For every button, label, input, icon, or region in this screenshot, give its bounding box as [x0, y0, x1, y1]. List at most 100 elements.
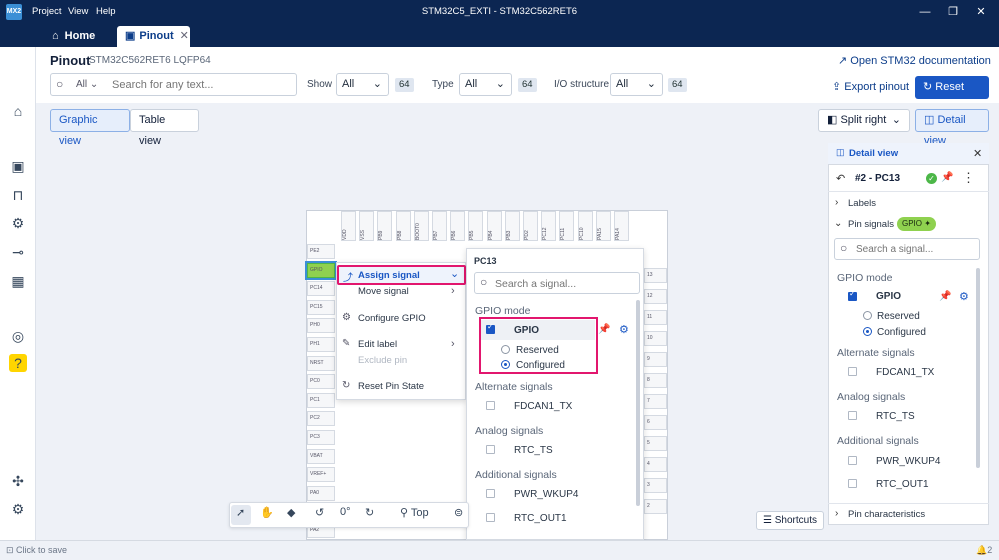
back-icon[interactable]: ↶ — [836, 172, 845, 185]
pin-boot0[interactable]: BOOT0 — [413, 211, 429, 241]
pin-pc12[interactable]: PC12 — [541, 211, 557, 241]
pin-vdd[interactable]: VDD — [341, 211, 356, 241]
reserved-radio[interactable] — [501, 345, 510, 354]
side-toggle[interactable]: ⚲ Top — [400, 506, 429, 519]
help-icon[interactable]: ? — [9, 354, 27, 372]
pin-right-5[interactable]: 5 — [644, 436, 667, 451]
pin-vss[interactable]: VSS — [359, 211, 375, 241]
pin-pb4[interactable]: PB4 — [486, 211, 502, 241]
pin-pc1[interactable]: PC1 — [307, 392, 335, 408]
peripherals-icon[interactable]: ⚙ — [9, 214, 27, 232]
pin-ph1[interactable]: PH1 — [307, 337, 335, 352]
gear-icon[interactable]: ⚙ — [619, 323, 629, 336]
pin-right-3[interactable]: 3 — [644, 478, 667, 493]
pin-right-12[interactable]: 12 — [644, 289, 667, 304]
pin-right-6[interactable]: 6 — [644, 415, 667, 430]
pin-pb8[interactable]: PB8 — [395, 211, 411, 241]
shortcuts-button[interactable]: ☰ Shortcuts — [756, 511, 824, 530]
detail-fdcan1-checkbox[interactable] — [848, 367, 857, 376]
hand-icon[interactable]: ✋ — [260, 506, 274, 519]
rotate-right-icon[interactable]: ↻ — [365, 506, 374, 519]
pin-pc0[interactable]: PC0 — [307, 374, 335, 390]
pwr-wkup4-checkbox[interactable] — [486, 489, 495, 498]
detail-rtc-ts-checkbox[interactable] — [848, 411, 857, 420]
table-view-button[interactable]: Table view — [130, 109, 199, 147]
pin-right-7[interactable]: 7 — [644, 394, 667, 409]
menu-help[interactable]: Help — [96, 0, 116, 24]
pin-pa14[interactable]: PA14 — [614, 211, 629, 241]
pin-right-2[interactable]: 2 — [644, 499, 667, 514]
home-nav-icon[interactable]: ⌂ — [9, 102, 27, 120]
graphic-view-button[interactable]: Graphic view — [50, 109, 130, 147]
labels-section[interactable]: Labels — [848, 198, 876, 209]
detail-rtc-out1-checkbox[interactable] — [848, 479, 857, 488]
rtc-out1-checkbox[interactable] — [486, 513, 495, 522]
detail-reserved-radio[interactable] — [863, 311, 872, 320]
chip-nav-icon[interactable]: ▣ — [9, 157, 27, 175]
pin-icon[interactable]: 📌 — [939, 291, 951, 302]
pin-pc14[interactable]: PC14 — [307, 281, 335, 297]
rtc-ts-checkbox[interactable] — [486, 445, 495, 454]
pin-nrst[interactable]: NRST — [307, 355, 335, 371]
type-filter-select[interactable]: All ⌄ — [459, 73, 512, 96]
move-signal-item[interactable]: Move signal — [358, 286, 409, 297]
pin-ph0[interactable]: PH0 — [307, 318, 335, 334]
search-input[interactable] — [112, 76, 292, 93]
pin-vbat[interactable]: VBAT — [307, 448, 335, 464]
pin-pb7[interactable]: PB7 — [432, 211, 447, 241]
tab-home[interactable]: ⌂ Home — [44, 26, 103, 47]
pin-pd2[interactable]: PD2 — [523, 211, 538, 241]
menu-project[interactable]: Project — [32, 0, 62, 24]
pin-gpio[interactable]: GPIO — [305, 260, 337, 280]
pin-pc3[interactable]: PC3 — [307, 430, 335, 445]
pin-pb9[interactable]: PB9 — [377, 211, 393, 241]
pin-right-9[interactable]: 9 — [644, 352, 667, 367]
board-icon[interactable]: ▦ — [9, 272, 27, 290]
settings-icon[interactable]: ⚙ — [9, 500, 27, 518]
pin-pc10[interactable]: PC10 — [577, 211, 593, 241]
pin-characteristics-section[interactable]: Pin characteristics — [848, 509, 925, 520]
menu-view[interactable]: View — [68, 0, 88, 24]
fdcan1-tx-checkbox[interactable] — [486, 401, 495, 410]
pin-icon[interactable]: 📌 — [941, 172, 953, 183]
pin-signals-section[interactable]: Pin signals — [848, 219, 894, 230]
pin-right-10[interactable]: 10 — [644, 331, 667, 346]
save-status[interactable]: ⊡ Click to save — [6, 545, 67, 556]
split-right-button[interactable]: ◧ Split right ⌄ — [818, 109, 910, 132]
restore-icon[interactable]: ❐ — [938, 0, 968, 24]
target-icon[interactable]: ◎ — [9, 327, 27, 345]
pin-pc15[interactable]: PC15 — [307, 299, 335, 315]
pin-pe2[interactable]: PE2 — [307, 244, 335, 259]
close-icon[interactable]: ✕ — [973, 147, 982, 160]
reset-pins-button[interactable]: ↻ Reset pins — [915, 76, 989, 116]
clock-signal-icon[interactable]: ⊓ — [9, 186, 27, 204]
diamond-icon[interactable]: ◆ — [287, 506, 295, 519]
search-scope-select[interactable]: All ⌄ — [76, 79, 98, 90]
detail-pwr-wkup4-checkbox[interactable] — [848, 456, 857, 465]
pin-vref+[interactable]: VREF+ — [307, 467, 335, 483]
close-window-icon[interactable]: ✕ — [966, 0, 996, 24]
reset-pin-state-item[interactable]: Reset Pin State — [358, 381, 424, 392]
pin-right-13[interactable]: 13 — [644, 268, 667, 283]
configure-gpio-item[interactable]: Configure GPIO — [358, 313, 426, 324]
popup-scrollbar[interactable] — [636, 300, 640, 506]
pin-right-4[interactable]: 4 — [644, 457, 667, 472]
pin-pa0[interactable]: PA0 — [307, 485, 335, 501]
edit-label-item[interactable]: Edit label — [358, 339, 397, 350]
gear-icon[interactable]: ⚙ — [959, 290, 969, 303]
extensions-icon[interactable]: ✣ — [9, 472, 27, 490]
rotate-left-icon[interactable]: ↺ — [315, 506, 324, 519]
signal-search-input[interactable] — [495, 276, 635, 291]
pin-pa15[interactable]: PA15 — [595, 211, 611, 241]
detail-scrollbar[interactable] — [976, 268, 980, 468]
detail-search-input[interactable] — [856, 242, 976, 257]
pin-pc11[interactable]: PC11 — [559, 211, 575, 241]
detail-configured-radio[interactable] — [863, 327, 872, 336]
export-pinout-button[interactable]: ⇪ Export pinout — [824, 76, 917, 99]
pin-right-8[interactable]: 8 — [644, 373, 667, 388]
pin-pb6[interactable]: PB6 — [450, 211, 466, 241]
open-documentation-link[interactable]: ↗ Open STM32 documentation — [838, 54, 991, 67]
notifications[interactable]: 🔔2 — [976, 545, 992, 556]
more-vertical-icon[interactable]: ⋮ — [962, 170, 975, 186]
configured-radio[interactable] — [501, 360, 510, 369]
